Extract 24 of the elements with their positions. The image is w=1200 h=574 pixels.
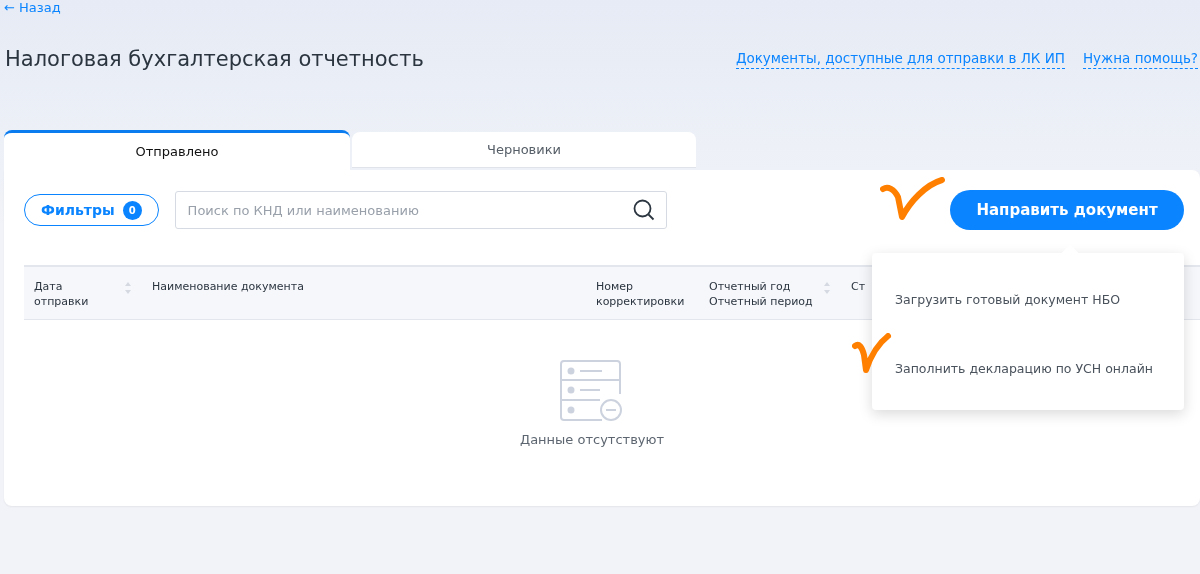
search-field[interactable]: Поиск по КНД или наименованию <box>174 191 667 229</box>
send-document-button[interactable]: Направить документ <box>950 190 1184 230</box>
column-header: Номер корректировки <box>596 279 686 309</box>
tab[interactable]: Черновики <box>352 132 696 168</box>
sort-icon[interactable] <box>823 281 831 295</box>
empty-list-icon <box>560 360 624 424</box>
menu-item[interactable]: Заполнить декларацию по УСН онлайн <box>895 361 1153 376</box>
column-header: Дата отправки <box>34 279 90 309</box>
count-badge: 0 <box>122 200 142 220</box>
page-title: Налоговая бухгалтерская отчетность <box>5 47 425 71</box>
back-link[interactable]: ← Назад <box>4 0 61 15</box>
empty-message: Данные отсутствуют <box>519 432 665 447</box>
menu-item[interactable]: Загрузить готовый документ НБО <box>895 292 1121 307</box>
search-icon <box>632 199 655 221</box>
header-link[interactable]: Нужна помощь? <box>1082 49 1198 69</box>
check-mark-icon <box>852 333 892 375</box>
check-mark-icon <box>880 177 946 223</box>
column-header: Наименование документа <box>152 279 304 294</box>
filters-button[interactable]: Фильтры 0 <box>24 194 159 226</box>
header-link[interactable]: Документы, доступные для отправки в ЛК ИП <box>735 49 1065 69</box>
tab[interactable]: Отправлено <box>4 130 350 170</box>
column-header: Отчетный год Отчетный период <box>709 279 813 309</box>
sort-icon[interactable] <box>124 281 132 295</box>
column-header: Ст <box>851 279 866 294</box>
